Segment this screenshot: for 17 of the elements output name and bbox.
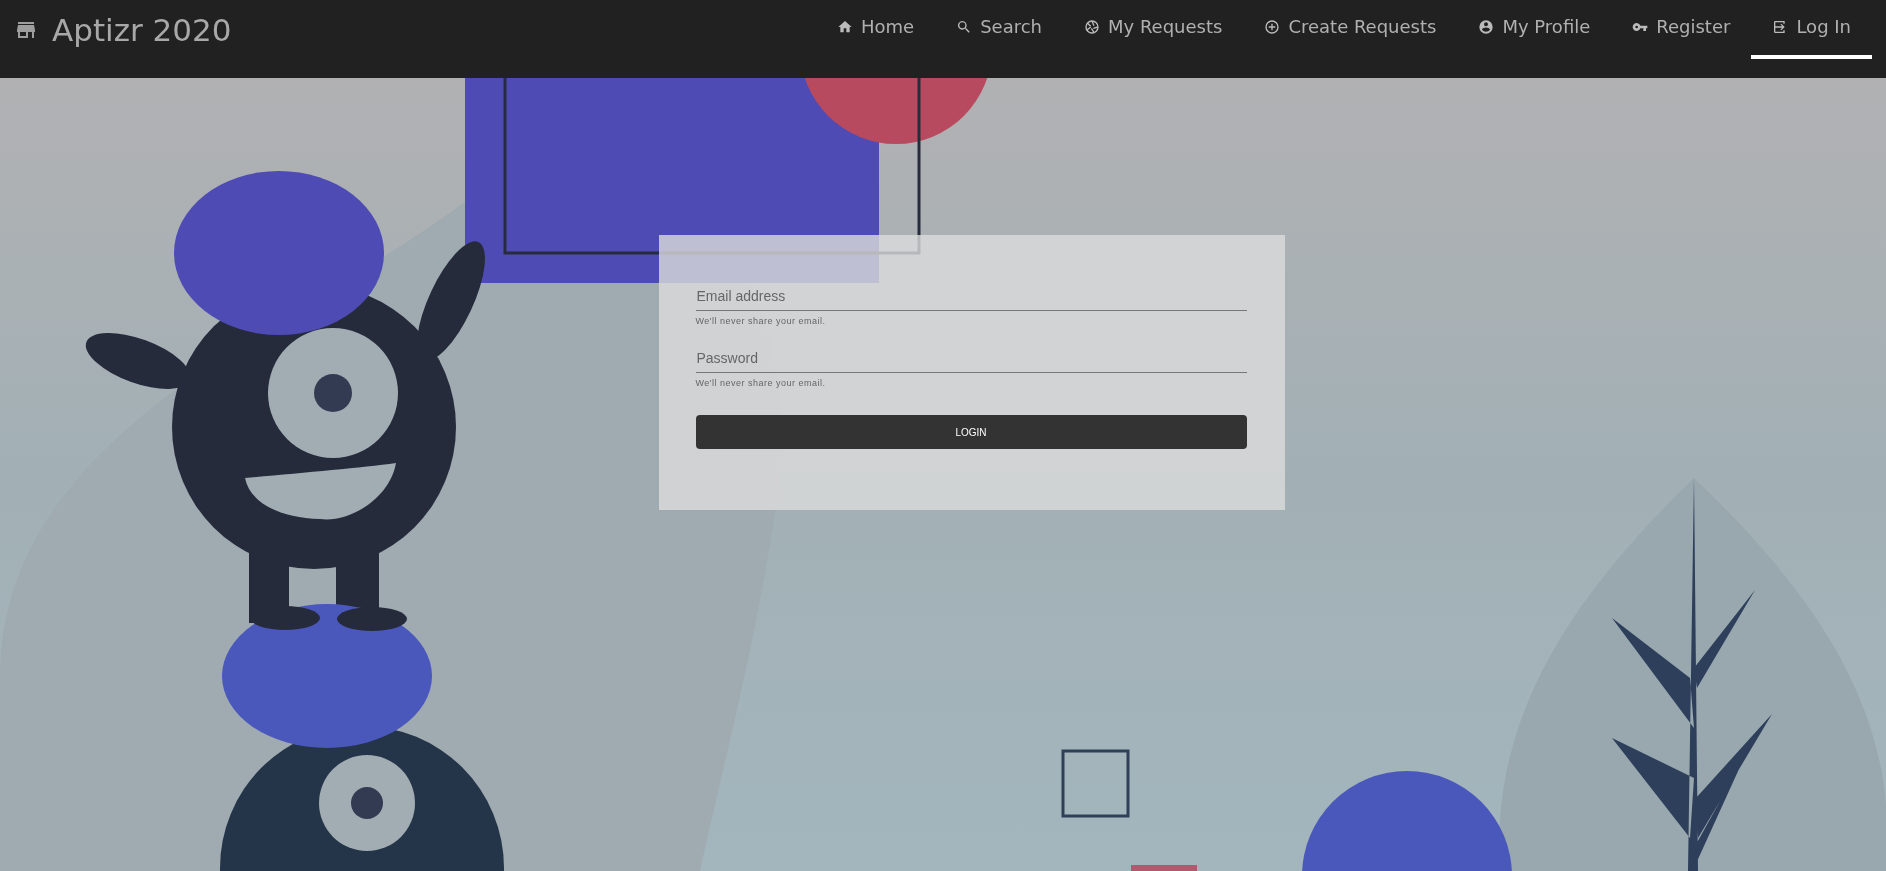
nav-link[interactable]: Register (1611, 0, 1752, 59)
input-field[interactable]: Email address (695, 284, 1247, 311)
home-icon (837, 18, 853, 35)
nav-link[interactable]: My Requests (1063, 0, 1244, 59)
aperture-icon (1084, 18, 1100, 35)
nav-link[interactable]: Home (816, 0, 936, 59)
help-text: We'll never share your email. (695, 316, 827, 326)
search-icon (956, 18, 973, 35)
nav-link[interactable]: Create Requests (1243, 0, 1458, 59)
help-text: We'll never share your email. (695, 378, 827, 388)
nav-link[interactable]: Search (935, 0, 1063, 59)
nav-link[interactable]: My Profile (1457, 0, 1612, 59)
login-button[interactable]: LOGIN (695, 415, 1247, 449)
app-title: Aptizr 2020 (52, 12, 232, 48)
nav-link[interactable]: Log In (1751, 0, 1872, 59)
input-field[interactable]: Password (695, 346, 1247, 373)
plus-circle-icon (1264, 18, 1281, 35)
